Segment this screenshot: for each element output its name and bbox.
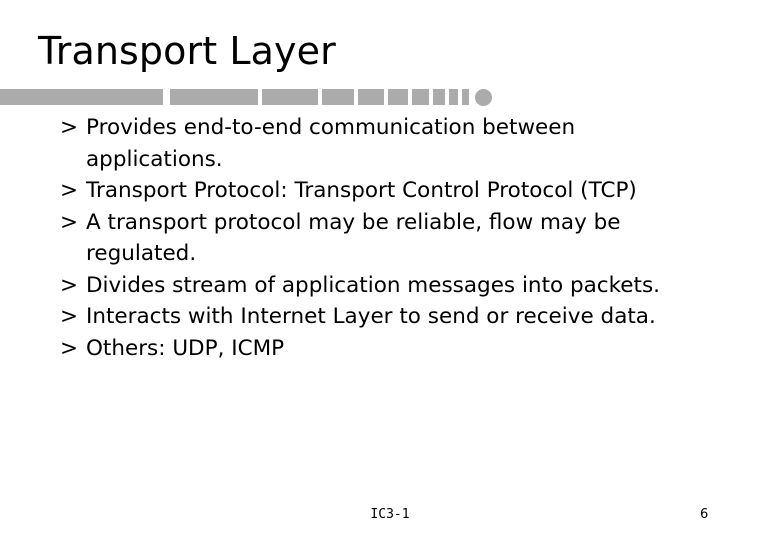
footer-label: IC3-1: [370, 507, 410, 522]
divider-segment: [358, 89, 384, 105]
divider-segment: [322, 89, 354, 105]
bullet-list: > Provides end-to-end communication betwe…: [60, 112, 760, 364]
list-item-text: Others: UDP, ICMP: [86, 335, 285, 361]
page-number: 6: [700, 507, 709, 522]
list-item: > Others: UDP, ICMP: [60, 333, 760, 365]
list-item: > Divides stream of application messages …: [60, 270, 760, 302]
list-item-text: Transport Protocol: Transport Control Pr…: [86, 178, 637, 203]
divider-segment: [0, 89, 163, 105]
slide: Transport Layer > Provides end-to-end com…: [0, 0, 780, 540]
list-item-text: Interacts with Internet Layer to send or…: [86, 304, 656, 329]
bullet-marker-icon: >: [60, 178, 79, 203]
bullet-marker-icon: >: [60, 209, 79, 235]
bullet-marker-icon: >: [60, 335, 79, 361]
divider-segment: [449, 89, 458, 105]
list-item-text: A transport protocol may be reliable, fl…: [86, 209, 621, 267]
divider-segment: [170, 89, 258, 105]
list-item: > A transport protocol may be reliable, f…: [60, 207, 760, 270]
list-item: > Transport Protocol: Transport Control P…: [60, 175, 760, 207]
page-title: Transport Layer: [38, 29, 336, 73]
divider-segment: [388, 89, 408, 105]
divider-segment: [462, 89, 469, 105]
bullet-marker-icon: >: [60, 304, 79, 329]
bullet-marker-icon: >: [60, 272, 79, 298]
divider-end-dot-icon: [475, 89, 492, 106]
list-item: > Interacts with Internet Layer to send o…: [60, 301, 760, 333]
divider-segment: [412, 89, 429, 105]
list-item-text: Divides stream of application messages i…: [86, 272, 661, 298]
bullet-marker-icon: >: [60, 115, 79, 140]
list-item: > Provides end-to-end communication betwe…: [60, 112, 760, 175]
divider-segment: [433, 89, 445, 105]
list-item-text: Provides end-to-end communication betwee…: [86, 115, 576, 172]
divider-segment: [262, 89, 318, 105]
decorative-divider-bar: [0, 89, 500, 106]
